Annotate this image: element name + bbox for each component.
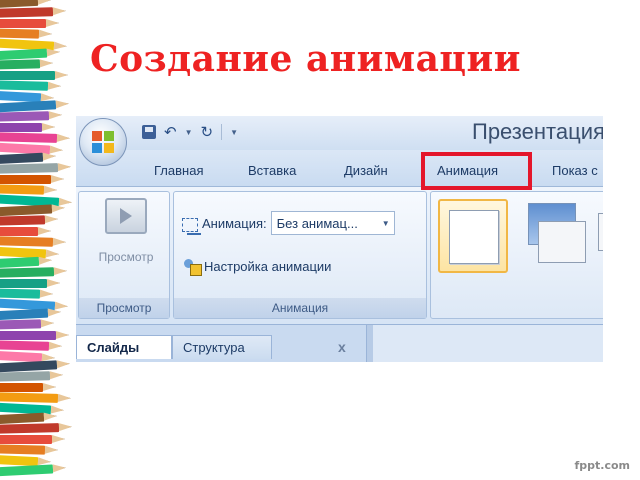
tab-design[interactable]: Дизайн: [344, 163, 388, 178]
custom-animation-button[interactable]: Настройка анимации: [182, 255, 331, 277]
group-label-animation: Анимация: [174, 298, 426, 318]
pencil-decoration-item: [0, 392, 59, 404]
tab-insert[interactable]: Вставка: [248, 163, 296, 178]
pencil-decoration-item: [0, 371, 51, 383]
pencil-decoration-item: [0, 267, 55, 279]
powerpoint-ribbon-screenshot: ↶ ▼ ↻ ▼ Презентация1 Главная Вставка Диз…: [76, 116, 603, 362]
preview-button[interactable]: Просмотр: [85, 198, 167, 276]
pane-bar: Слайды Структура x: [76, 324, 603, 362]
preview-icon: [105, 198, 147, 234]
animation-select-value: Без анимац...: [276, 215, 358, 231]
transition-none-thumb[interactable]: [438, 199, 508, 273]
redo-icon[interactable]: ↻: [201, 125, 214, 140]
close-pane-icon[interactable]: x: [338, 339, 346, 355]
office-logo-icon: [92, 131, 114, 153]
pencil-decoration-item: [0, 350, 43, 362]
pencil-decoration-item: [0, 288, 41, 299]
pencil-decoration-item: [0, 70, 68, 80]
pencil-decoration-item: [0, 80, 49, 91]
pencil-decoration-item: [0, 152, 44, 165]
tab-highlight-frame: [421, 152, 532, 190]
pencil-decoration-item: [0, 464, 54, 477]
pencil-decoration-item: [0, 412, 45, 425]
custom-animation-label: Настройка анимации: [204, 258, 332, 274]
pencil-decoration-item: [0, 226, 51, 236]
pencil-decoration-item: [0, 215, 46, 227]
pencil-decoration-item: [0, 444, 46, 455]
group-preview: Просмотр Просмотр: [78, 191, 170, 319]
toolbar-separator: [221, 124, 223, 140]
group-animation: Анимация: Без анимац... ▼ Настройка аним…: [173, 191, 427, 319]
tab-outline[interactable]: Структура: [172, 335, 272, 359]
undo-dropdown-icon[interactable]: ▼: [185, 128, 193, 137]
pencil-decoration-item: [0, 7, 54, 19]
undo-icon[interactable]: ↶: [164, 125, 177, 140]
ribbon-panel: Просмотр Просмотр Анимация: Без анимац..…: [76, 186, 603, 325]
pencil-decoration-item: [0, 132, 58, 144]
pencil-decoration-item: [0, 59, 41, 71]
pencil-decoration-item: [0, 340, 50, 351]
pencil-decoration-item: [0, 434, 65, 444]
preview-button-label: Просмотр: [98, 250, 154, 264]
pencil-decoration-item: [0, 28, 40, 39]
transition-none-icon: [449, 210, 499, 264]
pencil-decoration-item: [0, 122, 55, 132]
pencil-decoration-item: [0, 454, 39, 466]
pencil-decoration-item: [0, 18, 59, 28]
animation-label: Анимация:: [202, 215, 267, 231]
pencil-decoration-item: [0, 174, 64, 184]
animation-select[interactable]: Без анимац... ▼: [270, 211, 395, 235]
tab-home[interactable]: Главная: [154, 163, 203, 178]
pencil-decoration-item: [0, 236, 54, 247]
pencil-decoration-item: [0, 163, 59, 175]
quick-access-toolbar: ↶ ▼ ↻ ▼: [142, 122, 238, 142]
save-icon[interactable]: [142, 125, 156, 139]
slide-area: [373, 325, 603, 362]
pencil-decoration-item: [0, 90, 42, 102]
custom-animation-icon: [182, 257, 202, 276]
group-label-preview: Просмотр: [79, 298, 169, 318]
pencil-decoration-item: [0, 111, 50, 123]
chevron-down-icon: ▼: [381, 218, 390, 228]
animation-row: Анимация: Без анимац... ▼: [182, 211, 395, 235]
transition-fade-thumb[interactable]: [524, 201, 594, 275]
transition-slide-icon: [598, 213, 603, 251]
pencil-decoration-item: [0, 256, 40, 269]
office-button[interactable]: [79, 118, 127, 166]
window-title: Презентация1: [472, 119, 603, 144]
customize-toolbar-icon[interactable]: ▼: [230, 128, 238, 137]
pencil-decoration-item: [0, 319, 42, 331]
tab-slideshow[interactable]: Показ с: [552, 163, 598, 178]
pencil-decoration-item: [0, 330, 69, 340]
slide-title: Создание анимации: [90, 38, 521, 80]
pencil-decoration-item: [0, 278, 60, 288]
pencil-decoration-item: [0, 382, 56, 392]
title-bar: ↶ ▼ ↻ ▼ Презентация1: [76, 116, 603, 150]
animation-icon: [182, 217, 201, 235]
pane-tabs: Слайды Структура x: [76, 329, 366, 359]
watermark: fppt.com: [574, 459, 630, 472]
pencil-decoration: [0, 0, 82, 480]
pencil-decoration-item: [0, 423, 60, 435]
pencil-decoration-item: [0, 184, 45, 195]
transition-thumb-partial[interactable]: [598, 205, 603, 279]
tab-slides[interactable]: Слайды: [76, 335, 172, 359]
transition-front-slide-icon: [538, 221, 586, 263]
